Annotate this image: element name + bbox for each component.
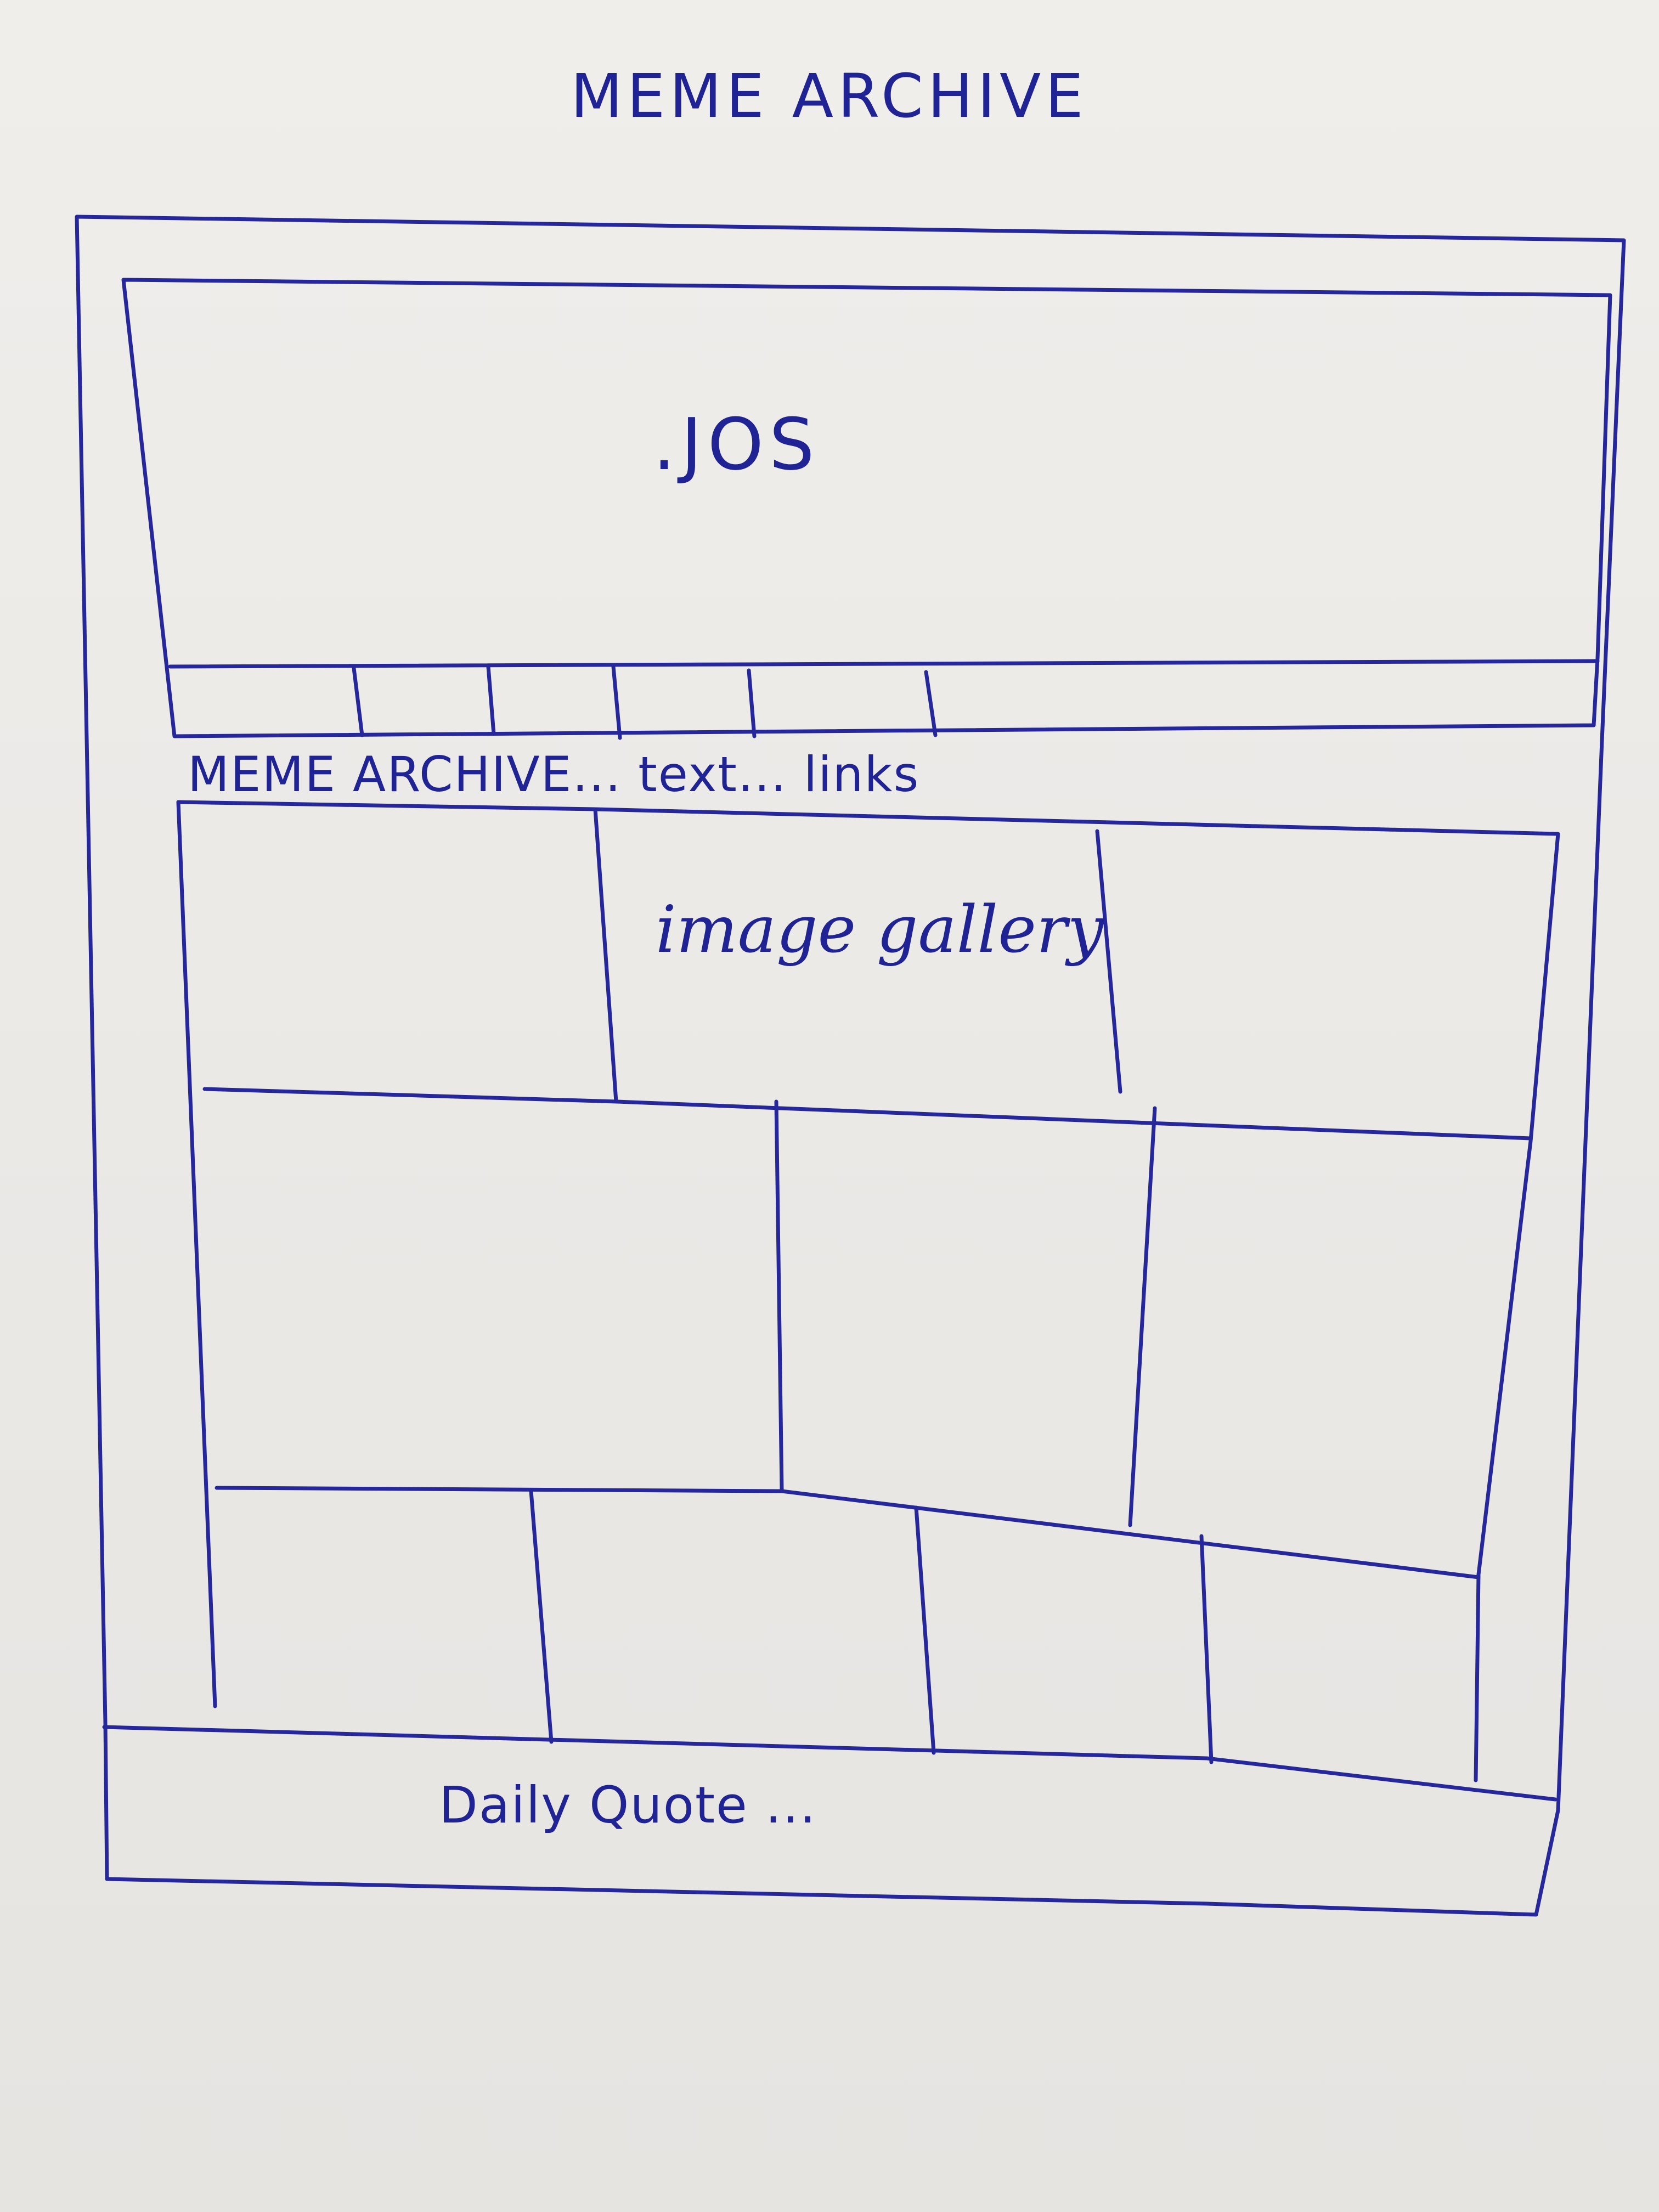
hero-strip-line [168, 659, 1600, 669]
gallery-row2-divider-2 [1128, 1106, 1157, 1527]
nav-divider-1 [352, 666, 364, 737]
gallery-row3-divider-3 [1199, 1534, 1214, 1764]
outer-frame [75, 215, 1626, 1917]
nav-divider-2 [486, 664, 496, 736]
nav-divider-5 [924, 670, 938, 737]
gallery-row1-bottom [202, 1087, 1533, 1141]
footer-label: Daily Quote ... [439, 1776, 817, 1835]
nav-divider-3 [611, 664, 622, 740]
gallery-row3-divider-1 [529, 1489, 554, 1744]
gallery-row2-divider-1 [774, 1099, 784, 1492]
hero-label: .JOS [653, 403, 820, 486]
footer-top-line [102, 1725, 1558, 1802]
wireframe-sketch [75, 215, 1626, 1917]
navbar-label: MEME ARCHIVE... text... links [188, 746, 920, 803]
gallery-label: image gallery [656, 891, 1104, 967]
nav-divider-4 [747, 668, 757, 738]
gallery-row1-divider-1 [593, 807, 618, 1104]
gallery-left-edge [176, 800, 217, 1708]
page-title: MEME ARCHIVE [571, 61, 1088, 131]
gallery-row3-divider-2 [914, 1505, 936, 1755]
gallery-row2-bottom [215, 1486, 1481, 1579]
